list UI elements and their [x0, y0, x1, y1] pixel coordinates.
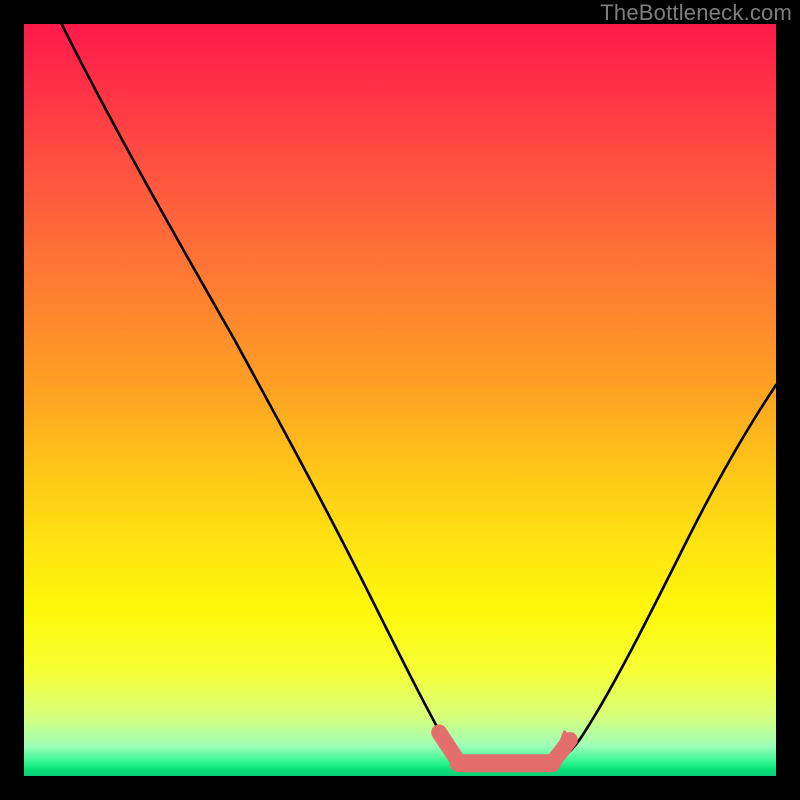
curve-layer [24, 24, 776, 776]
plot-area [24, 24, 776, 776]
optimal-region-marker [439, 732, 571, 763]
attribution-watermark: TheBottleneck.com [600, 0, 792, 26]
bottleneck-curve [62, 24, 776, 768]
chart-frame: TheBottleneck.com [0, 0, 800, 800]
